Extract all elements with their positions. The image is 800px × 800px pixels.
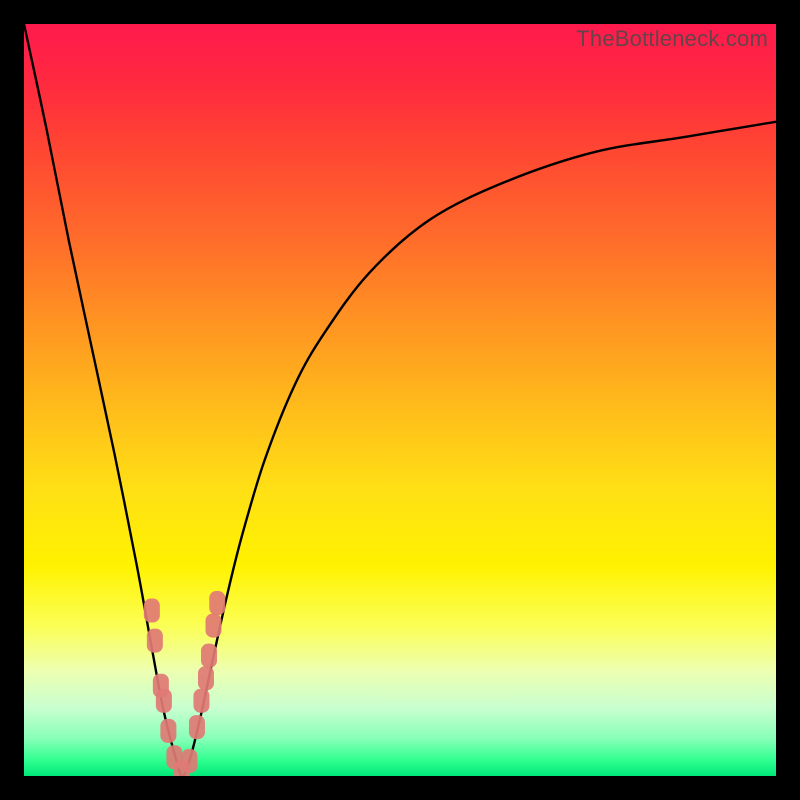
marker-point (209, 591, 225, 615)
marker-point (181, 749, 197, 773)
chart-frame: TheBottleneck.com (0, 0, 800, 800)
marker-point (206, 614, 222, 638)
marker-point (156, 689, 172, 713)
chart-svg (24, 24, 776, 776)
marker-point (193, 689, 209, 713)
marker-point (144, 599, 160, 623)
plot-area: TheBottleneck.com (24, 24, 776, 776)
data-markers (144, 591, 225, 776)
marker-point (189, 715, 205, 739)
marker-point (147, 629, 163, 653)
marker-point (160, 719, 176, 743)
bottleneck-curve (24, 24, 776, 776)
marker-point (198, 666, 214, 690)
marker-point (201, 644, 217, 668)
